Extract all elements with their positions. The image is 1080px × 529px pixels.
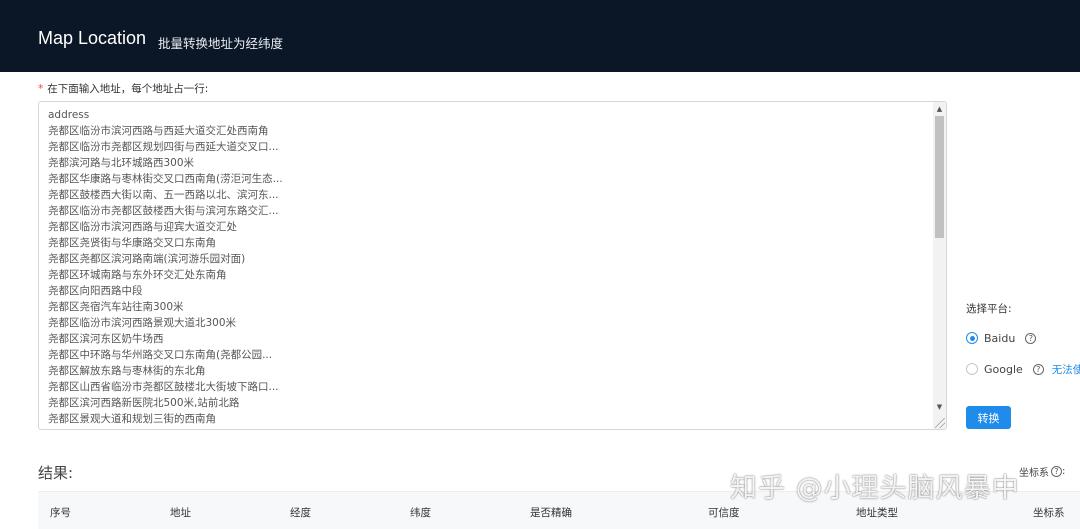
address-line: 尧都区临汾市滨河西路与迎宾大道交汇处 [48, 221, 237, 233]
address-line: 尧都区景观大道和规划三街的西南角 [48, 413, 216, 425]
column-header-address-type[interactable]: 地址类型 [856, 505, 898, 520]
resize-grip-icon[interactable] [935, 418, 945, 428]
scrollbar-thumb[interactable] [935, 116, 944, 238]
help-circle-icon[interactable]: ? [1051, 466, 1062, 477]
column-header-address[interactable]: 地址 [170, 505, 191, 520]
address-input-label: * 在下面输入地址，每个地址占一行: [38, 81, 208, 96]
column-header-confidence[interactable]: 可信度 [708, 505, 740, 520]
column-header-longitude[interactable]: 经度 [290, 505, 311, 520]
address-line: 尧都区中环路与华州路交叉口东南角(尧都公园... [48, 349, 273, 361]
address-line: 尧都区华康路与枣林街交叉口西南角(涝洰河生态... [48, 173, 283, 185]
results-title: 结果: [38, 464, 74, 482]
address-line: 尧都区向阳西路中段 [48, 285, 143, 297]
platform-option-baidu[interactable]: Baidu ? [966, 330, 1037, 346]
address-line: 尧都区尧都区滨河路南端(滨河游乐园对面) [48, 253, 246, 265]
address-line: 尧都区临汾市滨河西路与西延大道交汇处西南角 [48, 125, 269, 137]
top-navbar: Map Location 批量转换地址为经纬度 [0, 0, 1080, 72]
coordinate-system-text: 坐标系 [1019, 468, 1049, 479]
required-mark: * [38, 83, 44, 95]
column-header-index[interactable]: 序号 [50, 505, 71, 520]
convert-button[interactable]: 转换 [966, 406, 1011, 429]
address-line: 尧都区解放东路与枣林街的东北角 [48, 365, 206, 377]
address-line: address [48, 109, 90, 121]
address-textarea[interactable]: address 尧都区临汾市滨河西路与西延大道交汇处西南角 尧都区临汾市尧都区规… [38, 101, 947, 430]
textarea-scrollbar[interactable]: ▲ ▼ [933, 102, 946, 429]
column-header-latitude[interactable]: 纬度 [410, 505, 431, 520]
coordinate-system-label: 坐标系?: [1019, 466, 1066, 479]
app-title: Map Location [38, 28, 147, 48]
help-circle-icon[interactable]: ? [1025, 332, 1037, 344]
app-subtitle: 批量转换地址为经纬度 [158, 36, 284, 51]
google-label: Google [984, 362, 1023, 376]
watermark: 知乎 @小理头脑风暴中 [730, 473, 1020, 504]
address-line: 尧都区滨河东区奶牛场西 [48, 333, 164, 345]
address-line: 尧都区环城南路与东外环交汇处东南角 [48, 269, 227, 281]
baidu-label: Baidu [984, 331, 1016, 345]
address-line: 尧都区临汾市滨河西路景观大道北300米 [48, 317, 237, 329]
google-unavailable-note[interactable]: 无法使用 [1052, 362, 1080, 377]
platform-option-google[interactable]: Google ? 无法使用 [966, 361, 1080, 377]
address-line: 尧都区尧贤街与华康路交叉口东南角 [48, 237, 216, 249]
address-line: 尧都滨河路与北环城路西300米 [48, 157, 195, 169]
google-radio[interactable] [966, 363, 978, 375]
column-header-precise[interactable]: 是否精确 [530, 505, 572, 520]
column-header-coord-system[interactable]: 坐标系 [1033, 505, 1065, 520]
help-circle-icon[interactable]: ? [1032, 363, 1044, 375]
address-line: 尧都区尧宿汽车站往南300米 [48, 301, 184, 313]
platform-label: 选择平台: [966, 303, 1012, 315]
address-line: 尧都区临汾市尧都区规划四街与西延大道交叉口... [48, 141, 279, 153]
address-line: 尧都区鼓楼西大街以南、五一西路以北、滨河东... [48, 189, 279, 201]
scroll-down-arrow-icon[interactable]: ▼ [933, 402, 946, 412]
address-line: 尧都区滨河西路新医院北500米,站前北路 [48, 397, 240, 409]
scroll-up-arrow-icon[interactable]: ▲ [933, 104, 946, 114]
baidu-radio[interactable] [966, 332, 978, 344]
address-lines: address 尧都区临汾市滨河西路与西延大道交汇处西南角 尧都区临汾市尧都区规… [48, 107, 928, 427]
address-line: 尧都区山西省临汾市尧都区鼓楼北大街坡下路口... [48, 381, 279, 393]
address-line: 尧都区临汾市尧都区鼓楼西大街与滨河东路交汇... [48, 205, 279, 217]
address-input-label-text: 在下面输入地址，每个地址占一行: [47, 83, 209, 95]
